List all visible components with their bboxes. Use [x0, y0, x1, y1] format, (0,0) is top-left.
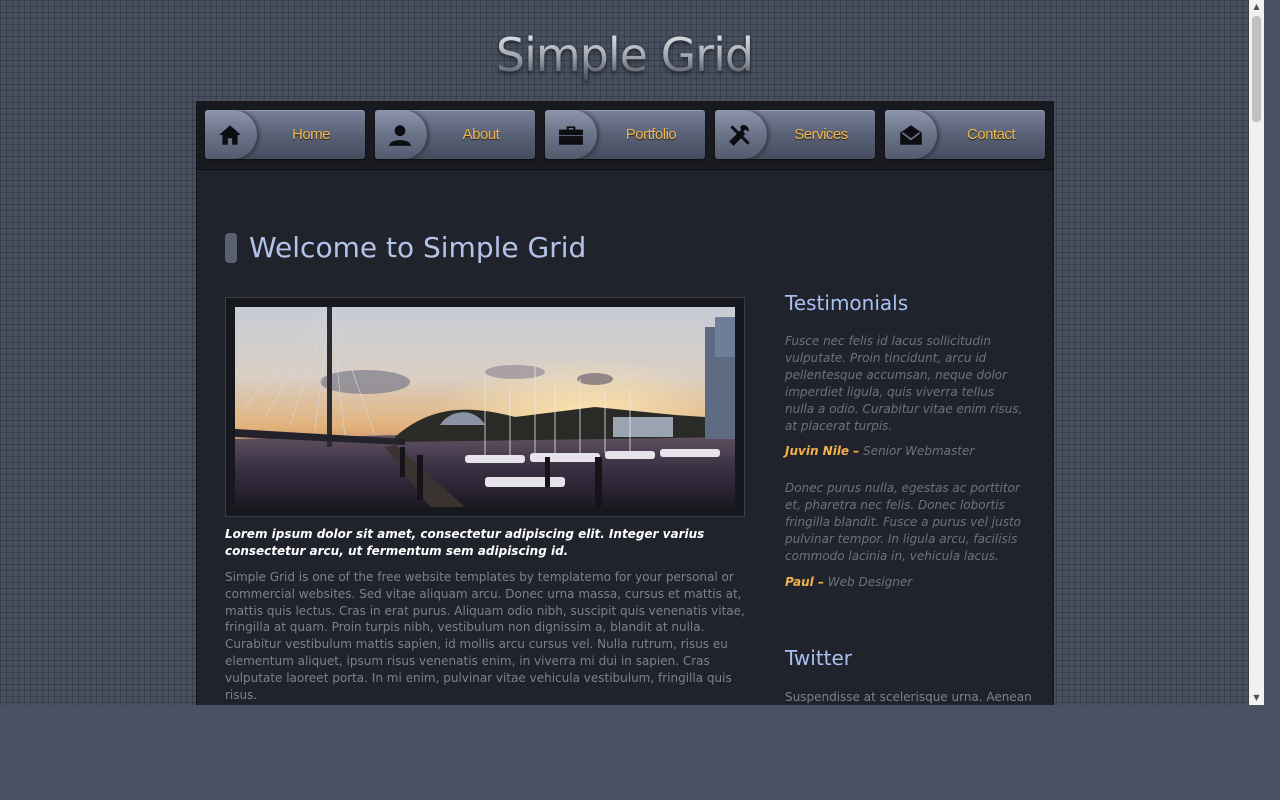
- testimonial-quote: Donec purus nulla, egestas ac porttitor …: [785, 481, 1022, 563]
- twitter-heading: Twitter: [785, 646, 853, 670]
- hero-caption: Lorem ipsum dolor sit amet, consectetur …: [225, 527, 705, 558]
- author-name: Juvin Nile –: [785, 444, 860, 458]
- menu-item-label: About: [462, 126, 500, 143]
- author-role: Senior Webmaster: [863, 444, 975, 458]
- menu-item-label: Home: [291, 126, 331, 143]
- hero-image-frame: [225, 297, 745, 517]
- page-viewport: Simple Grid Home About Portfolio Service…: [0, 0, 1249, 705]
- tools-icon: [729, 125, 750, 146]
- site-logo-title[interactable]: Simple Grid: [0, 28, 1249, 82]
- testimonial-author: Juvin Nile – Senior Webmaster: [785, 444, 974, 458]
- scroll-down-arrow-icon[interactable]: ▼: [1249, 691, 1264, 705]
- content-wrapper: Home About Portfolio Services Contact We…: [196, 101, 1054, 705]
- menu-item-about[interactable]: About: [375, 110, 535, 159]
- testimonials-heading: Testimonials: [785, 291, 909, 315]
- testimonial-quote: Fusce nec felis id lacus sollicitudin vu…: [785, 334, 1023, 433]
- marina-sunset-image: [235, 307, 735, 507]
- scroll-up-arrow-icon[interactable]: ▲: [1249, 0, 1264, 14]
- twitter-text: Suspendisse at scelerisque urna. Aenean: [785, 690, 1032, 704]
- menu-item-label: Contact: [966, 126, 1016, 143]
- scrollbar-thumb[interactable]: [1252, 16, 1261, 122]
- menu-item-services[interactable]: Services: [715, 110, 875, 159]
- intro-paragraph: Simple Grid is one of the free website t…: [225, 570, 745, 702]
- home-icon: [219, 125, 241, 145]
- page-title: Welcome to Simple Grid: [249, 231, 587, 264]
- envelope-icon: [900, 125, 922, 145]
- menu-item-portfolio[interactable]: Portfolio: [545, 110, 705, 159]
- hero-image-marina: [235, 307, 735, 507]
- author-role: Web Designer: [827, 575, 913, 589]
- menu-item-label: Services: [794, 126, 848, 143]
- vertical-scrollbar[interactable]: ▲ ▼: [1249, 0, 1264, 705]
- title-marker: [225, 233, 237, 263]
- user-icon: [389, 125, 411, 146]
- author-name: Paul –: [785, 575, 824, 589]
- briefcase-icon: [559, 126, 583, 145]
- main-menu: Home About Portfolio Services Contact: [197, 101, 1053, 170]
- menu-item-home[interactable]: Home: [205, 110, 365, 159]
- testimonial-author: Paul – Web Designer: [785, 575, 912, 589]
- menu-item-label: Portfolio: [625, 126, 677, 143]
- menu-item-contact[interactable]: Contact: [885, 110, 1045, 159]
